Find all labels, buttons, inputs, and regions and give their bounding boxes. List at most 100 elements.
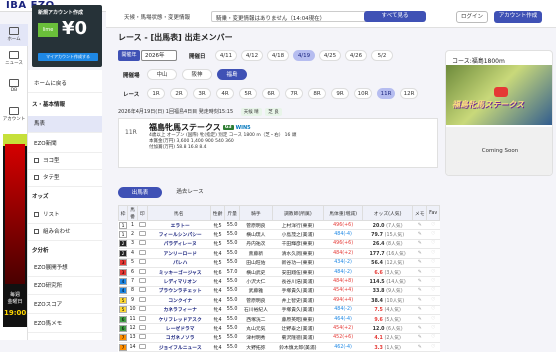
sidenav-item-memo[interactable]: EZO馬メモ (28, 316, 102, 333)
tab-shutsuba[interactable]: 出馬表 (118, 187, 162, 198)
col-header-6[interactable]: 騎手 (238, 205, 273, 221)
table-row[interactable]: 5 10 カネラフィーナ 牝4 55.0 石川裕紀人 手塚貴久(美浦) 484(-2) 7.5 … (118, 305, 440, 315)
sidenav-item-tenkai[interactable]: EZO展開予想 (28, 260, 102, 277)
horse-name[interactable]: ブラウンラチェット (147, 286, 211, 297)
horse-name[interactable]: ケリフレッドアスク (147, 314, 211, 325)
date-pill-2[interactable]: 4/18 (267, 50, 289, 61)
col-header-4[interactable]: 性齢 (209, 205, 226, 221)
show-all-button[interactable]: すべて見る (364, 11, 426, 22)
table-row[interactable]: 7 13 コガネノソラ 牝5 55.0 津村明秀 菊沢隆徳(美浦) 452(+6) 4.1 (2… (118, 333, 440, 344)
date-pill-3[interactable]: 4/19 (293, 50, 315, 61)
fav-icon[interactable]: ♡ (426, 239, 440, 250)
sidenav-back[interactable]: ホームに戻る (28, 76, 102, 93)
memo-icon[interactable]: ✎ (412, 276, 427, 287)
table-row[interactable]: 3 5 パレハ 牝5 55.0 田山旺佑 新谷功一(栗東) 434(-2) 56.4 (12人気… (118, 258, 440, 268)
memo-icon[interactable]: ✎ (412, 239, 427, 250)
iconbar-home[interactable]: ホーム (0, 24, 28, 46)
col-header-10[interactable]: メモ (411, 205, 428, 221)
table-row[interactable]: 2 4 アンリーロード 牝4 55.0 斎藤新 清水久詞(栗東) 484(+2) 177.7 (… (118, 248, 440, 259)
race-pill-6[interactable]: 7R (285, 88, 303, 99)
date-pill-1[interactable]: 4/12 (241, 50, 263, 61)
memo-icon[interactable]: ✎ (412, 323, 427, 334)
race-pill-4[interactable]: 5R (239, 88, 257, 99)
table-row[interactable]: 4 8 ブラウンラチェット 牝4 55.0 武藤雅 手塚貴久(美浦) 454(+4) 33.8 … (118, 286, 440, 297)
horse-name[interactable]: アンリーロード (147, 248, 211, 259)
col-header-2[interactable]: 印 (137, 205, 148, 221)
horse-name[interactable]: パラディレーヌ (147, 239, 211, 250)
race-pill-2[interactable]: 3R (193, 88, 211, 99)
fav-icon[interactable]: ♡ (426, 305, 440, 315)
memo-icon[interactable]: ✎ (412, 248, 427, 259)
memo-icon[interactable]: ✎ (412, 229, 427, 240)
course-card[interactable]: コース:福島1800m 福島牝馬ステークス Coming Soon (445, 50, 553, 176)
memo-icon[interactable]: ✎ (412, 258, 427, 268)
sidenav-item-yoko[interactable]: ヨコ型 (28, 153, 102, 170)
race-pill-9[interactable]: 10R (354, 88, 372, 99)
memo-icon[interactable]: ✎ (412, 267, 427, 278)
sidenav-item-score[interactable]: EZOスコア (28, 297, 102, 314)
col-header-7[interactable]: 調教師(所属) (271, 205, 324, 221)
table-row[interactable]: 2 3 パラディレーヌ 牝5 55.0 丹内祐次 千田輝彦(栗東) 496(+6) 26.4 (… (118, 239, 440, 250)
memo-icon[interactable]: ✎ (412, 333, 427, 344)
col-header-8[interactable]: 馬体重(増減) (322, 205, 364, 221)
horse-name[interactable]: カネラフィーナ (147, 305, 211, 315)
iconbar-account[interactable]: アカウント (0, 104, 28, 126)
play-icon[interactable] (494, 87, 508, 97)
fav-icon[interactable]: ♡ (426, 258, 440, 268)
fav-icon[interactable]: ♡ (426, 295, 440, 306)
login-button[interactable]: ログイン (456, 11, 488, 23)
table-row[interactable]: 3 6 ミッキーゴージャス 牝6 57.0 横山武史 安田翔伍(栗東) 484(-2) 6.6 … (118, 267, 440, 278)
fav-icon[interactable]: ♡ (426, 276, 440, 287)
iconbar-news[interactable]: ニュース (0, 48, 28, 70)
race-pill-8[interactable]: 9R (331, 88, 349, 99)
col-header-9[interactable]: オッズ(人気) (362, 205, 413, 221)
race-pill-1[interactable]: 2R (170, 88, 188, 99)
race-pill-3[interactable]: 4R (216, 88, 234, 99)
table-row[interactable]: 5 9 コンクイナ 牝4 55.0 菅原明良 井上智史(美浦) 494(+4) 38.4 (10… (118, 295, 440, 306)
table-row[interactable]: 6 11 ケリフレッドアスク 牝4 55.0 西塚洸二 藤原英昭(栗東) 464(-4) 9.6… (118, 314, 440, 325)
memo-icon[interactable]: ✎ (412, 305, 427, 315)
tab-past-races[interactable]: 過去レース (168, 187, 212, 198)
sidenav-item-lab[interactable]: EZO研究所 (28, 278, 102, 295)
fav-icon[interactable]: ♡ (426, 286, 440, 297)
date-pill-6[interactable]: 5/2 (371, 50, 393, 61)
race-pill-10[interactable]: 11R (377, 88, 395, 99)
fav-icon[interactable]: ♡ (426, 220, 440, 231)
course-video[interactable]: 福島牝馬ステークス (446, 65, 552, 125)
fav-icon[interactable]: ♡ (426, 267, 440, 278)
table-row[interactable]: 1 1 エラトー 牝5 55.0 菅原明良 上村洋行(栗東) 496(+6) 20.0 (7人気… (118, 220, 440, 231)
year-select[interactable]: 2026年 (141, 50, 177, 61)
venue-pill-1[interactable]: 阪神 (182, 69, 212, 80)
horse-name[interactable]: エラトー (147, 220, 211, 231)
fav-icon[interactable]: ♡ (426, 342, 440, 352)
table-row[interactable]: 7 14 ジョイフルニュース 牝4 55.0 大野拓弥 鈴木慎太郎(美浦) 462(-4) 3.… (118, 342, 440, 352)
table-row[interactable]: 1 2 フィールシンパシー 牝5 55.0 横山琉人 小島茂之(美浦) 484(-4) 79.7… (118, 229, 440, 240)
horse-name[interactable]: フィールシンパシー (147, 229, 211, 240)
memo-icon[interactable]: ✎ (412, 342, 427, 352)
horse-name[interactable]: レディマリオン (147, 276, 211, 287)
col-header-1[interactable]: 馬番 (127, 205, 138, 221)
memo-icon[interactable]: ✎ (412, 220, 427, 231)
date-pill-4[interactable]: 4/25 (319, 50, 341, 61)
table-row[interactable]: 6 12 レーゼドラマ 牝4 55.0 丸山元気 辻野泰之(美浦) 454(+2) 12.0 (… (118, 323, 440, 334)
race-pill-5[interactable]: 6R (262, 88, 280, 99)
create-account-button[interactable]: アカウント作成 (494, 11, 542, 23)
sidenav-item-ezo-shinbun[interactable]: EZO新聞 (28, 136, 102, 153)
horse-name[interactable]: ジョイフルニュース (147, 342, 211, 352)
race-pill-11[interactable]: 12R (400, 88, 418, 99)
fav-icon[interactable]: ♡ (426, 314, 440, 325)
fav-icon[interactable]: ♡ (426, 229, 440, 240)
memo-icon[interactable]: ✎ (412, 286, 427, 297)
race-pill-0[interactable]: 1R (147, 88, 165, 99)
fav-icon[interactable]: ♡ (426, 333, 440, 344)
sidenav-item-list[interactable]: リスト (28, 207, 102, 224)
table-row[interactable]: 4 7 レディマリオン 牝4 55.0 小沢大仁 長谷川浩(美浦) 484(+8) 114.5 … (118, 276, 440, 287)
tall-ad[interactable]: 毎週 金曜日 19:00 (3, 134, 27, 327)
race-pill-7[interactable]: 8R (308, 88, 326, 99)
col-header-3[interactable]: 馬名 (146, 205, 211, 221)
memo-icon[interactable]: ✎ (412, 295, 427, 306)
col-header-11[interactable]: Fav (426, 205, 440, 221)
sidenav-item-tate[interactable]: タテ型 (28, 170, 102, 187)
col-header-0[interactable]: 枠 (118, 205, 128, 221)
memo-icon[interactable]: ✎ (412, 314, 427, 325)
